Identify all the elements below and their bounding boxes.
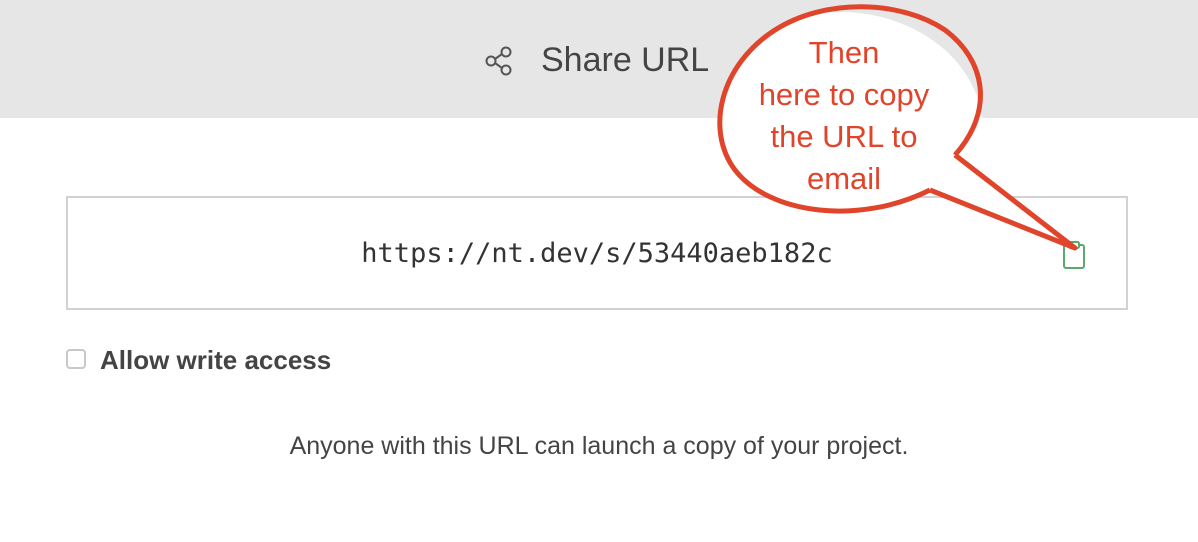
dialog-title: Share URL xyxy=(541,41,710,79)
callout-line: here to copy xyxy=(758,77,930,112)
callout-text: Then here to copy the URL to email xyxy=(718,32,970,200)
write-access-label[interactable]: Allow write access xyxy=(100,345,331,375)
callout-line: Then xyxy=(808,35,880,70)
clipboard-icon[interactable] xyxy=(1062,240,1086,270)
share-url-text[interactable]: https://nt.dev/s/53440aeb182c xyxy=(68,236,1126,272)
dialog-header: Share URL xyxy=(0,0,1198,118)
write-access-checkbox[interactable] xyxy=(66,349,86,369)
share-icon xyxy=(485,46,512,76)
callout-line: the URL to xyxy=(770,119,918,154)
callout-line: email xyxy=(806,161,882,196)
share-url-box: https://nt.dev/s/53440aeb182c xyxy=(66,196,1128,310)
share-info-text: Anyone with this URL can launch a copy o… xyxy=(289,432,909,460)
